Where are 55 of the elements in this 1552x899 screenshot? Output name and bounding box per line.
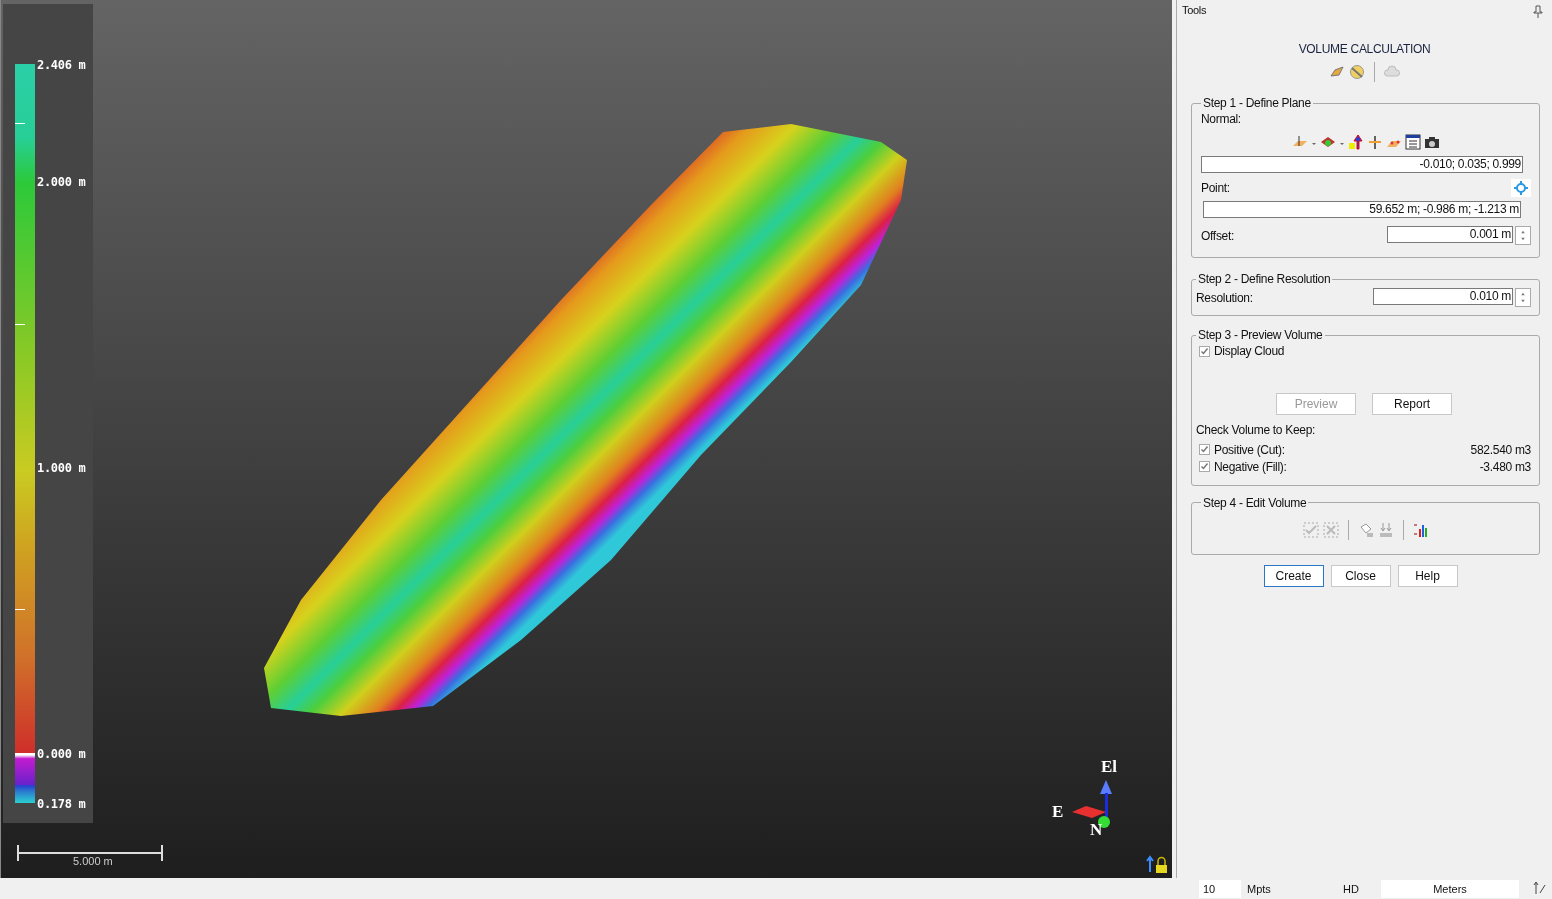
arrow-icon[interactable]	[1533, 880, 1547, 895]
field-label: Point:	[1201, 181, 1230, 195]
legend-label: 2.406 m	[37, 58, 86, 72]
field-label: Resolution:	[1196, 290, 1253, 305]
volume-value: 582.540 m3	[1470, 442, 1531, 457]
quality-label: HD	[1343, 881, 1360, 897]
spin-button[interactable]	[1515, 226, 1531, 245]
axis-label: N	[1090, 820, 1103, 840]
lock-icon	[1146, 855, 1167, 873]
checkbox[interactable]	[1199, 461, 1210, 472]
point-field[interactable]: 59.652 m; -0.986 m; -1.213 m	[1203, 201, 1521, 218]
legend-label: 0.000 m	[37, 747, 86, 761]
bar-chart-icon[interactable]	[1413, 521, 1429, 538]
checkbox[interactable]	[1199, 345, 1210, 357]
checkbox-label: Negative (Fill):	[1214, 459, 1287, 474]
group-title: Step 4 - Edit Volume	[1202, 495, 1308, 510]
camera-icon[interactable]	[1424, 134, 1440, 150]
panel-title: Tools	[1182, 4, 1207, 18]
vector-icon[interactable]	[1348, 134, 1364, 150]
field-label: Normal:	[1201, 112, 1242, 126]
checkbox[interactable]	[1199, 444, 1210, 455]
group-title: Step 2 - Define Resolution	[1197, 272, 1332, 286]
plane-icon[interactable]	[1320, 134, 1336, 150]
volume-value: -3.480 m3	[1479, 459, 1531, 474]
normal-field[interactable]: -0.010; 0.035; 0.999	[1201, 156, 1523, 173]
dialog-button[interactable]: Help	[1397, 564, 1458, 587]
scale-label: 5.000 m	[73, 855, 113, 867]
list-window-icon[interactable]	[1405, 134, 1421, 150]
checkbox-label: Display Cloud	[1214, 344, 1285, 358]
legend-label: 1.000 m	[37, 461, 86, 475]
action-button[interactable]: Report	[1372, 392, 1452, 415]
point-unit: Mpts	[1246, 881, 1272, 897]
units-label: Meters	[1381, 879, 1519, 898]
hatched-circle-icon[interactable]	[1349, 64, 1365, 80]
spin-button[interactable]	[1515, 288, 1531, 307]
offset-field[interactable]: 0.001 m	[1387, 226, 1513, 243]
axis-label: El	[1101, 757, 1118, 777]
dialog-button[interactable]: Create	[1263, 564, 1324, 587]
group-title: Step 3 - Preview Volume	[1197, 328, 1324, 342]
tool-heading: VOLUME CALCULATION	[1297, 42, 1432, 56]
field-label: Offset:	[1201, 228, 1235, 243]
legend-label: 2.000 m	[37, 175, 86, 189]
axis-label: E	[1052, 802, 1064, 822]
section-label: Check Volume to Keep:	[1196, 422, 1317, 437]
legend-label: 0.178 m	[37, 797, 86, 811]
pin-icon[interactable]	[1530, 4, 1546, 20]
down-arrows-icon[interactable]	[1378, 521, 1394, 538]
group-title: Step 1 - Define Plane	[1202, 96, 1312, 110]
resolution-field[interactable]: 0.010 m	[1373, 288, 1513, 305]
check-icon[interactable]	[1303, 521, 1319, 538]
checkbox-label: Positive (Cut):	[1214, 442, 1285, 457]
cross-icon[interactable]	[1367, 134, 1383, 150]
crosshair-icon[interactable]	[1511, 179, 1531, 197]
point-count: 10	[1199, 879, 1241, 898]
dialog-button[interactable]: Close	[1330, 564, 1391, 587]
